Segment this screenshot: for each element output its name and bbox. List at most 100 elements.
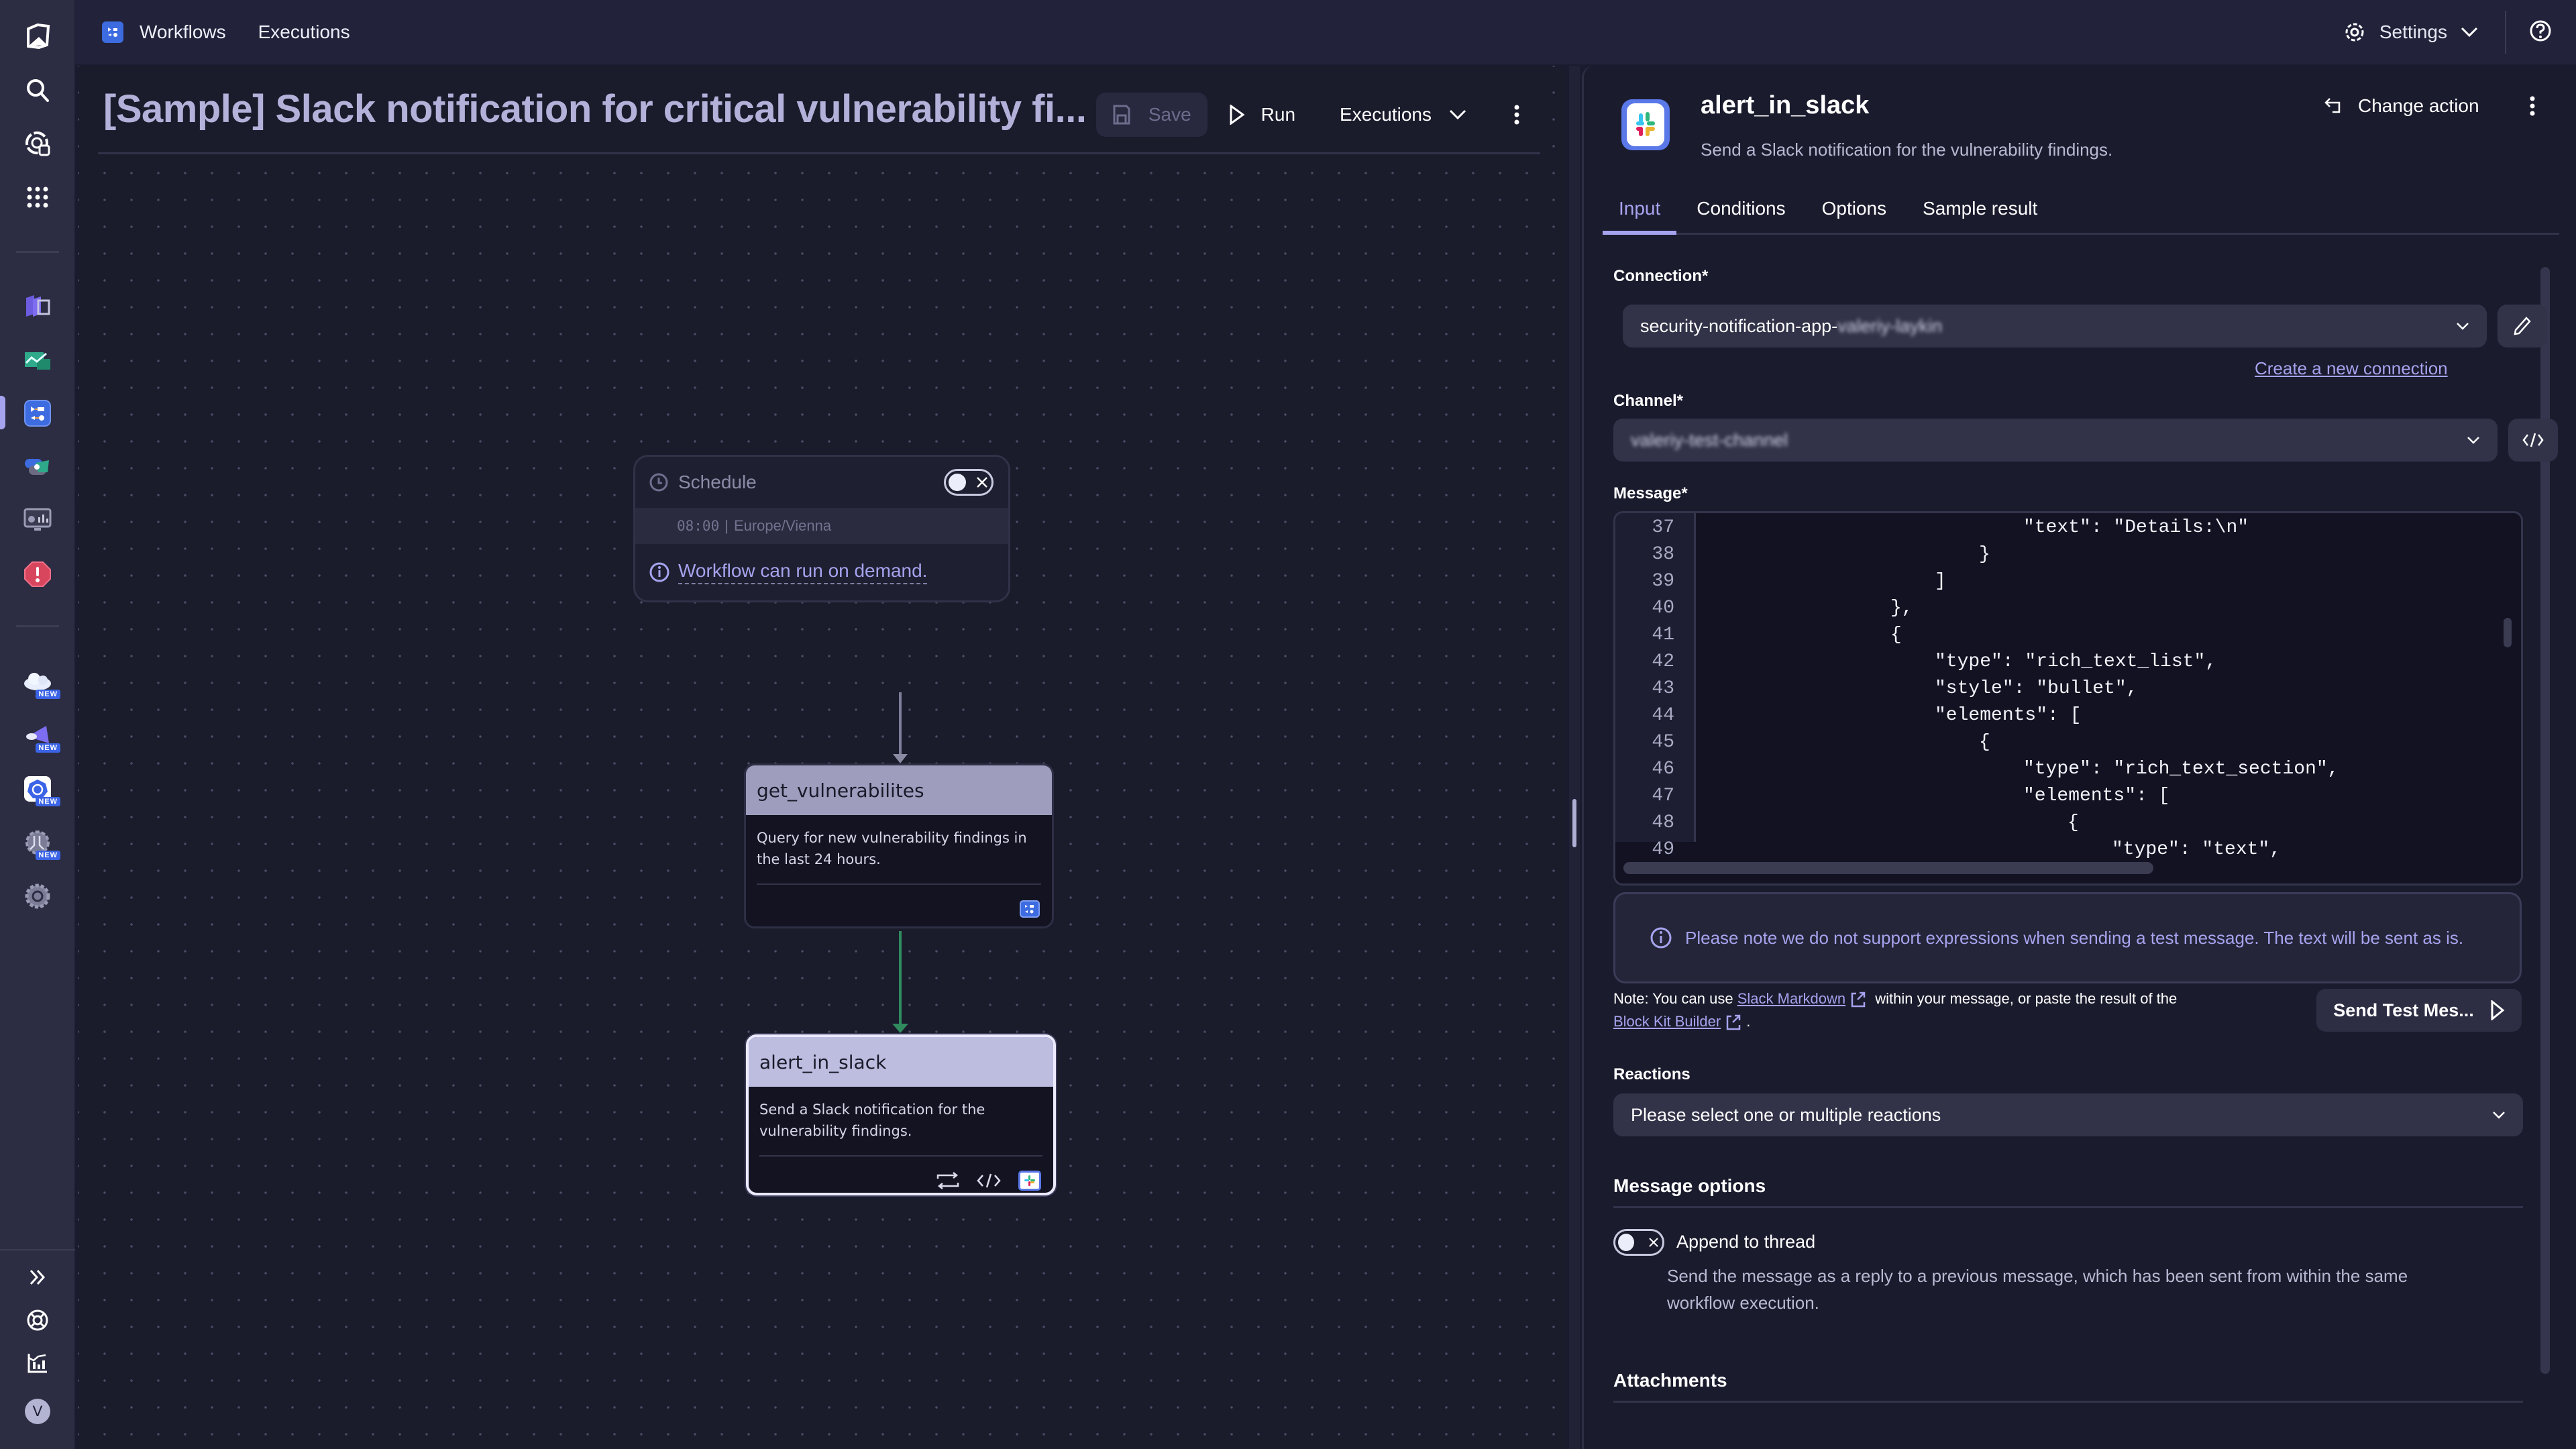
task-node-alert-in-slack[interactable]: alert_in_slack Send a Slack notification…: [746, 1034, 1056, 1195]
task-node-get-vulnerabilites[interactable]: get_vulnerabilites Query for new vulnera…: [744, 763, 1054, 928]
user-avatar[interactable]: V: [19, 1393, 56, 1430]
new-badge: NEW: [36, 797, 60, 806]
change-action-button[interactable]: Change action: [2324, 95, 2479, 117]
nav-executions[interactable]: Executions: [258, 21, 350, 43]
sidebar-item-cloud[interactable]: NEW: [19, 663, 60, 700]
run-button[interactable]: Run: [1229, 104, 1295, 125]
sidebar-item-search[interactable]: [19, 71, 56, 109]
append-to-thread-label: Append to thread: [1676, 1232, 1816, 1252]
sidebar-whats-new-button[interactable]: [19, 1344, 56, 1382]
chart-icon: [25, 352, 50, 370]
trigger-timezone: Europe/Vienna: [733, 517, 832, 534]
reactions-select[interactable]: Please select one or multiple reactions: [1613, 1093, 2523, 1136]
tab-options[interactable]: Options: [1806, 198, 1903, 233]
line-number: 46: [1652, 759, 1674, 780]
sidebar-item-dashboards[interactable]: [19, 341, 56, 378]
block-kit-builder-link[interactable]: Block Kit Builder: [1613, 1013, 1721, 1030]
sidebar-item-apps[interactable]: [19, 178, 56, 216]
chevron-down-icon: [1449, 109, 1466, 120]
new-badge: NEW: [36, 743, 60, 753]
more-options-button[interactable]: [1507, 95, 1527, 135]
editor-vertical-scrollbar[interactable]: [2504, 618, 2512, 647]
toggle-knob: [1618, 1234, 1634, 1251]
create-connection-link[interactable]: Create a new connection: [2255, 358, 2448, 379]
tab-conditions[interactable]: Conditions: [1680, 198, 1801, 233]
apps-grid-icon: [27, 186, 48, 208]
line-number: 44: [1652, 705, 1674, 726]
connection-select[interactable]: security-notification-app-valeriy-laykin: [1623, 305, 2487, 347]
panel-resize-handle[interactable]: [1569, 66, 1580, 1449]
note-prefix: Note: You can use: [1613, 990, 1733, 1007]
message-code-editor[interactable]: 37 "text": "Details:\n" 38} 39] 40}, 41 {42 "ty…: [1613, 511, 2523, 885]
task-details-panel: alert_in_slack Send a Slack notification…: [1582, 66, 2576, 1449]
editor-horizontal-scrollbar[interactable]: [1623, 862, 2153, 874]
send-test-message-button[interactable]: Send Test Mes...: [2316, 989, 2522, 1032]
sidebar-item-home[interactable]: [19, 17, 56, 55]
sidebar-item-explore[interactable]: [19, 125, 56, 162]
slack-markdown-link[interactable]: Slack Markdown: [1737, 990, 1845, 1007]
channel-expression-button[interactable]: [2508, 419, 2558, 462]
sidebar-divider: [16, 251, 59, 253]
more-vertical-icon: [1514, 105, 1519, 125]
sidebar-support-button[interactable]: [19, 1301, 56, 1339]
trigger-node-schedule[interactable]: Schedule 08:00 | Europe/Vienna Workflow …: [633, 455, 1010, 602]
settings-label: Settings: [2379, 21, 2447, 42]
line-number: 38: [1652, 544, 1674, 565]
loop-icon[interactable]: [936, 1172, 959, 1189]
trigger-enabled-toggle[interactable]: [944, 469, 994, 496]
resize-grip[interactable]: [1572, 799, 1576, 847]
canvas-header: [Sample] Slack notification for critical…: [98, 66, 1540, 154]
save-button[interactable]: Save: [1095, 93, 1208, 137]
sidebar-item-tracing[interactable]: NEW: [19, 824, 60, 861]
toggle-knob: [949, 474, 966, 491]
sidebar-item-automations[interactable]: [19, 448, 56, 486]
panel-more-options-button[interactable]: [2524, 93, 2540, 119]
sidebar-item-kubernetes[interactable]: NEW: [19, 770, 60, 808]
pencil-icon: [2514, 317, 2531, 335]
run-on-demand-link[interactable]: Workflow can run on demand.: [678, 560, 928, 584]
nav-workflows[interactable]: Workflows: [140, 21, 226, 43]
code-line: {: [2068, 812, 2079, 833]
reactions-label: Reactions: [1613, 1065, 1690, 1083]
task-description[interactable]: Send a Slack notification for the vulner…: [1701, 140, 2112, 160]
edge-arrowhead: [892, 1024, 908, 1033]
sidebar-item-workflows[interactable]: [19, 394, 56, 432]
sidebar-expand-button[interactable]: [19, 1258, 56, 1296]
code-line: "type": "rich_text_list",: [1935, 651, 2217, 672]
sidebar-item-settings-app[interactable]: [19, 877, 56, 915]
attachments-heading: Attachments: [1613, 1370, 1727, 1391]
executions-dropdown[interactable]: Executions: [1340, 104, 1466, 125]
new-badge: NEW: [36, 690, 60, 699]
task-node-title: alert_in_slack: [749, 1037, 1053, 1087]
play-icon: [1230, 105, 1245, 125]
edge-arrowhead: [893, 754, 908, 763]
tab-sample-result[interactable]: Sample result: [1907, 198, 2053, 233]
append-to-thread-toggle[interactable]: [1613, 1229, 1664, 1256]
notice-text: Please note we do not support expression…: [1685, 928, 2464, 948]
tab-input[interactable]: Input: [1603, 198, 1677, 235]
sidebar-item-monitor[interactable]: [19, 502, 56, 539]
chevron-down-icon: [2461, 27, 2478, 38]
sidebar-item-infrastructure[interactable]: [19, 287, 56, 325]
info-icon: [1650, 927, 1672, 949]
test-message-notice: Please note we do not support expression…: [1613, 892, 2522, 983]
task-title[interactable]: alert_in_slack: [1701, 91, 1869, 120]
workflow-canvas[interactable]: [Sample] Slack notification for critical…: [78, 66, 1567, 1449]
workflow-title[interactable]: [Sample] Slack notification for critical…: [103, 87, 1087, 131]
note-suffix: .: [1746, 1013, 1751, 1030]
edit-connection-button[interactable]: [2498, 305, 2547, 347]
sidebar-item-problems[interactable]: [19, 555, 56, 593]
code-icon[interactable]: [977, 1173, 1001, 1189]
settings-menu[interactable]: Settings: [2343, 21, 2478, 44]
channel-label: Channel*: [1613, 392, 1684, 410]
sidebar-item-services[interactable]: NEW: [19, 716, 60, 754]
help-button[interactable]: [2529, 19, 2552, 46]
line-number: 47: [1652, 786, 1674, 806]
code-line: ]: [1935, 571, 1946, 592]
line-number: 48: [1652, 812, 1674, 833]
gear-icon: [25, 883, 50, 909]
workflows-app-icon: [102, 21, 123, 43]
channel-select[interactable]: valeriy-test-channel: [1613, 419, 2498, 462]
save-label: Save: [1148, 104, 1191, 125]
task-node-description: Send a Slack notification for the vulner…: [759, 1102, 985, 1139]
